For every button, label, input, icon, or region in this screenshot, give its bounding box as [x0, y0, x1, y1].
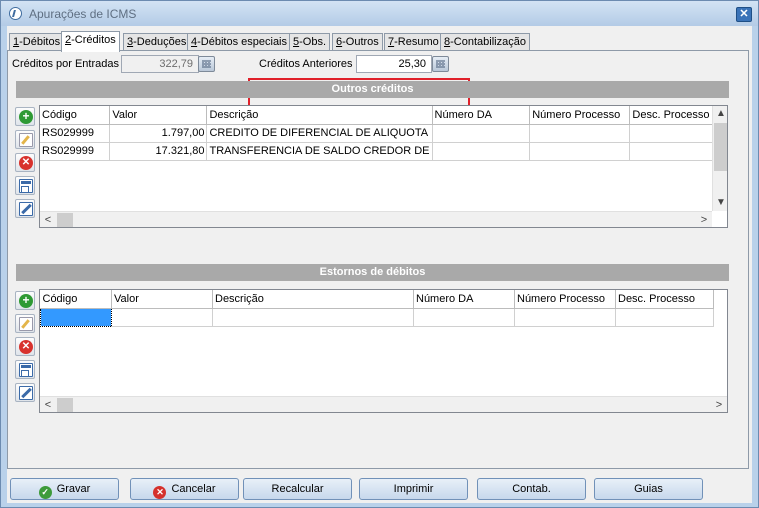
close-button[interactable]: ✕	[736, 7, 752, 22]
delete-credito-button[interactable]: ✕	[15, 153, 35, 172]
col-codigo[interactable]: Código	[40, 290, 112, 309]
scroll-left-icon[interactable]: <	[40, 212, 56, 227]
pencil-icon	[19, 133, 33, 147]
cell-descricao[interactable]: TRANSFERENCIA DE SALDO CREDOR DE	[206, 142, 433, 161]
tab-strip: 1-Débitos 2-Créditos 3-Deduções 4-Débito…	[7, 31, 752, 52]
outros-creditos-vscroll[interactable]: ▲ ▼	[712, 106, 727, 211]
tab-debitos-especiais[interactable]: 4-Débitos especiais	[187, 33, 291, 51]
cell-codigo[interactable]: RS029999	[40, 124, 111, 143]
cell-descricao[interactable]	[212, 308, 414, 327]
delete-icon: ✕	[19, 340, 33, 354]
cell-valor[interactable]: 17.321,80	[109, 142, 208, 161]
pencil-icon	[19, 317, 33, 331]
title-bar: Apurações de ICMS ✕	[1, 1, 758, 26]
cell-numero-da[interactable]	[413, 308, 515, 327]
cell-numero-da[interactable]	[432, 142, 531, 161]
col-desc-processo[interactable]: Desc. Processo	[615, 290, 714, 309]
cancelar-button[interactable]: ✕ Cancelar	[130, 478, 239, 500]
columns-icon	[19, 179, 33, 193]
creditos-anteriores-label: Créditos Anteriores	[259, 58, 353, 70]
delete-estorno-button[interactable]: ✕	[15, 337, 35, 356]
table-row[interactable]	[40, 307, 714, 327]
gravar-button[interactable]: ✓ Gravar	[10, 478, 119, 500]
creditos-entradas-field[interactable]: 322,79	[121, 55, 199, 73]
add-icon: +	[19, 110, 33, 124]
outros-creditos-grid[interactable]: Código Valor Descrição Número DA Número …	[39, 105, 728, 228]
col-numero-processo[interactable]: Número Processo	[529, 106, 631, 125]
cancel-icon: ✕	[153, 486, 167, 499]
cell-desc-processo[interactable]	[615, 308, 714, 327]
app-icon	[9, 7, 22, 20]
scroll-left-icon[interactable]: <	[40, 397, 56, 412]
tab-resumo[interactable]: 7-Resumo	[384, 33, 443, 51]
edit-credito-button[interactable]	[15, 130, 35, 149]
estornos-debitos-grid[interactable]: Código Valor Descrição Número DA Número …	[39, 289, 728, 413]
outros-creditos-header: Outros créditos	[16, 81, 729, 98]
recalcular-button[interactable]: Recalcular	[243, 478, 352, 500]
scroll-thumb[interactable]	[714, 123, 727, 171]
edit-grid-icon	[19, 202, 33, 216]
table-row[interactable]: RS029999 1.797,00 CREDITO DE DIFERENCIAL…	[40, 124, 727, 143]
cell-numero-da[interactable]	[432, 124, 531, 143]
guias-button[interactable]: Guias	[594, 478, 703, 500]
scroll-thumb[interactable]	[57, 213, 73, 227]
estornos-debitos-hscroll[interactable]: < >	[40, 396, 727, 412]
creditos-anteriores-field[interactable]: 25,30	[356, 55, 432, 73]
icms-window: Apurações de ICMS ✕ 1-Débitos 2-Créditos…	[0, 0, 759, 508]
cell-valor[interactable]	[111, 308, 213, 327]
cell-numero-processo[interactable]	[529, 142, 631, 161]
window-title: Apurações de ICMS	[29, 7, 137, 21]
columns-icon	[19, 363, 33, 377]
edit-estorno-button[interactable]	[15, 314, 35, 333]
add-credito-button[interactable]: +	[15, 107, 35, 126]
tab-debitos[interactable]: 1-Débitos	[9, 33, 65, 51]
delete-icon: ✕	[19, 156, 33, 170]
cell-codigo[interactable]: RS029999	[40, 142, 111, 161]
creditos-panel: Créditos por Entradas 322,79 Créditos An…	[7, 50, 749, 469]
columns-estorno-button[interactable]	[15, 360, 35, 379]
col-numero-processo[interactable]: Número Processo	[514, 290, 616, 309]
col-codigo[interactable]: Código	[40, 106, 111, 125]
calculator-icon[interactable]	[198, 56, 215, 72]
edit-grid-estorno-button[interactable]	[15, 383, 35, 402]
table-row[interactable]: RS029999 17.321,80 TRANSFERENCIA DE SALD…	[40, 142, 727, 161]
contab-button[interactable]: Contab.	[477, 478, 586, 500]
edit-grid-credito-button[interactable]	[15, 199, 35, 218]
scroll-thumb[interactable]	[57, 398, 73, 412]
tab-creditos[interactable]: 2-Créditos	[61, 31, 120, 52]
tab-obs[interactable]: 5-Obs.	[289, 33, 331, 51]
cell-descricao[interactable]: CREDITO DE DIFERENCIAL DE ALIQUOTA	[206, 124, 433, 143]
estornos-debitos-header: Estornos de débitos	[16, 264, 729, 281]
scroll-down-icon[interactable]: ▼	[713, 195, 727, 211]
tab-outros[interactable]: 6-Outros	[332, 33, 383, 51]
add-icon: +	[19, 294, 33, 308]
scroll-up-icon[interactable]: ▲	[713, 106, 727, 122]
col-numero-da[interactable]: Número DA	[432, 106, 531, 125]
calculator-icon[interactable]	[432, 56, 449, 72]
tab-deducoes[interactable]: 3-Deduções	[123, 33, 191, 51]
add-estorno-button[interactable]: +	[15, 291, 35, 310]
cell-numero-processo[interactable]	[514, 308, 616, 327]
tab-contabilizacao[interactable]: 8-Contabilização	[440, 33, 530, 51]
col-descricao[interactable]: Descrição	[206, 106, 433, 125]
check-icon: ✓	[38, 486, 52, 499]
edit-grid-icon	[19, 386, 33, 400]
columns-credito-button[interactable]	[15, 176, 35, 195]
col-valor[interactable]: Valor	[109, 106, 208, 125]
imprimir-button[interactable]: Imprimir	[359, 478, 468, 500]
cell-numero-processo[interactable]	[529, 124, 631, 143]
cell-valor[interactable]: 1.797,00	[109, 124, 208, 143]
client-area: 1-Débitos 2-Créditos 3-Deduções 4-Débito…	[7, 26, 752, 503]
outros-creditos-hscroll[interactable]: < >	[40, 211, 712, 227]
cell-codigo-selected[interactable]	[40, 307, 112, 327]
scroll-right-icon[interactable]: >	[696, 212, 712, 227]
col-descricao[interactable]: Descrição	[212, 290, 414, 309]
col-valor[interactable]: Valor	[111, 290, 213, 309]
scroll-right-icon[interactable]: >	[711, 397, 727, 412]
col-numero-da[interactable]: Número DA	[413, 290, 515, 309]
creditos-entradas-label: Créditos por Entradas	[12, 58, 119, 70]
